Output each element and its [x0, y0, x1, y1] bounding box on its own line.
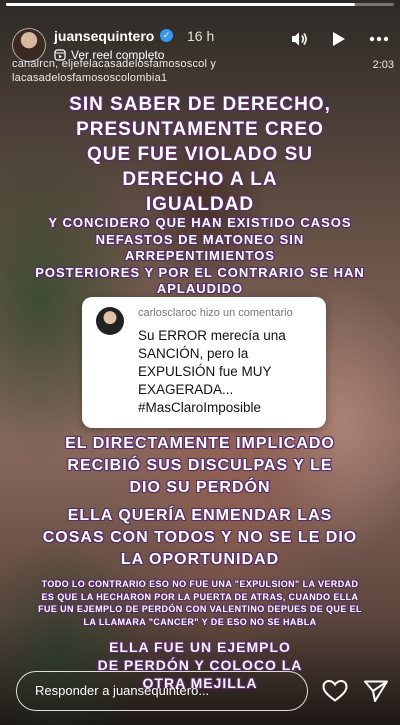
- subtext-line: NEFASTOS DE MATONEO SIN ARREPENTIMIENTOS: [95, 231, 305, 264]
- comment-line: #MasClaroImposible: [138, 400, 262, 415]
- text-line: FUE UN EJEMPLO DE PERDÓN CON VALENTINO D…: [38, 604, 362, 614]
- text-line: DIO SU PERDÓN: [129, 479, 271, 496]
- comment-line: Su ERROR merecía una: [138, 328, 286, 343]
- text-line: COSAS CON TODOS Y NO SE LE DIO: [42, 529, 358, 546]
- header-actions: [288, 28, 390, 50]
- heading-line: DERECHO A LA: [122, 169, 278, 190]
- text-line: EL DIRECTAMENTE IMPLICADO: [65, 435, 335, 452]
- text-line: ELLA QUERÍA ENMENDAR LAS: [67, 507, 333, 524]
- duration: 2:03: [372, 59, 394, 71]
- tagline-line-2[interactable]: lacasadelosfamososcolombia1: [12, 72, 342, 84]
- more-icon[interactable]: [368, 28, 390, 50]
- text-line: TODO LO CONTRARIO ESO NO FUE UNA "EXPULS…: [41, 579, 359, 589]
- volume-icon[interactable]: [288, 28, 310, 50]
- subtext-line: APLAUDIDO: [156, 281, 244, 296]
- story-text-block-2: EL DIRECTAMENTE IMPLICADO RECIBIÓ SUS DI…: [30, 433, 370, 499]
- comment-line: EXAGERADA...: [138, 382, 234, 397]
- reply-placeholder: Responder a juansequintero...: [35, 683, 210, 698]
- play-icon[interactable]: [328, 28, 350, 50]
- story-heading: SIN SABER DE DERECHO, PRESUNTAMENTE CREO…: [0, 92, 400, 217]
- username[interactable]: juansequintero: [54, 28, 154, 44]
- comment-body: Su ERROR merecía una SANCIÓN, pero la EX…: [138, 327, 318, 417]
- story-small-text: TODO LO CONTRARIO ESO NO FUE UNA "EXPULS…: [22, 578, 378, 628]
- text-line: RECIBIÓ SUS DISCULPAS Y LE: [67, 457, 333, 474]
- subtext-line: Y CONCIDERO QUE HAN EXISTIDO CASOS: [48, 215, 352, 230]
- avatar[interactable]: [12, 28, 46, 62]
- story-progress-fill: [6, 3, 356, 6]
- story-progress-bar: [6, 3, 394, 6]
- comment-line: EXPULSIÓN fue MUY: [138, 364, 272, 379]
- send-icon[interactable]: [363, 679, 389, 703]
- verified-badge-icon: ✓: [160, 29, 173, 42]
- story-text-block-3: ELLA QUERÍA ENMENDAR LAS COSAS CON TODOS…: [30, 505, 370, 571]
- heading-line: SIN SABER DE DERECHO,: [69, 94, 331, 115]
- text-line: ELLA FUE UN EJEMPLO: [109, 639, 291, 655]
- comment-card[interactable]: carlosclaroc hizo un comentario Su ERROR…: [82, 297, 326, 428]
- subtext-line: POSTERIORES Y POR EL CONTRARIO SE HAN: [35, 264, 365, 280]
- tagline-line-1[interactable]: canalrcn, eljefelacasadelosfamososcol y: [12, 58, 342, 70]
- reply-input[interactable]: Responder a juansequintero...: [16, 671, 308, 711]
- story-subtext: Y CONCIDERO QUE HAN EXISTIDO CASOS NEFAS…: [30, 215, 370, 298]
- comment-line: SANCIÓN, pero la: [138, 346, 249, 361]
- time-ago: 16 h: [187, 28, 215, 44]
- text-line: LA OPORTUNIDAD: [120, 551, 280, 568]
- text-line: ES QUE LA HECHARON POR LA PUERTA DE ATRA…: [41, 591, 359, 602]
- text-line: LA LLAMARA "CANCER" Y DE ESO NO SE HABLA: [83, 616, 317, 627]
- comment-header: carlosclaroc hizo un comentario: [138, 307, 293, 319]
- heart-icon[interactable]: [322, 679, 348, 703]
- story-view[interactable]: juansequintero ✓ 16 h Ver reel completo …: [0, 0, 400, 725]
- heading-line: PRESUNTAMENTE CREO: [76, 119, 324, 140]
- comment-avatar: [96, 307, 124, 335]
- heading-line: QUE FUE VIOLADO SU: [87, 144, 313, 165]
- heading-line: IGUALDAD: [145, 194, 255, 215]
